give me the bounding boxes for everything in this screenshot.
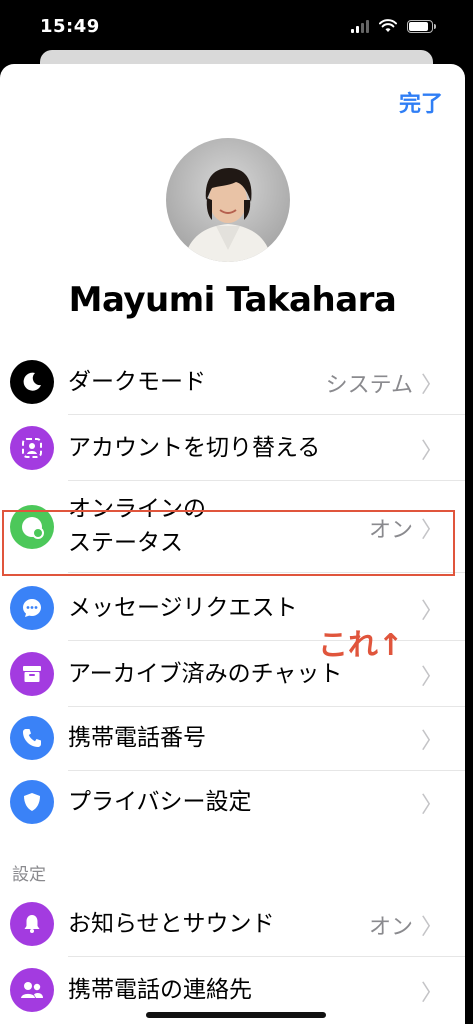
chevron-right-icon: 〉 xyxy=(420,599,443,624)
row-label: お知らせとサウンド xyxy=(68,911,275,937)
contacts-icon xyxy=(10,968,54,1012)
row-notifications[interactable]: お知らせとサウンド オン 〉 xyxy=(0,892,465,956)
switch-account-icon xyxy=(10,426,54,470)
phone-icon xyxy=(10,716,54,760)
row-label: 携帯電話の連絡先 xyxy=(68,977,252,1003)
row-dark-mode[interactable]: ダークモード システム 〉 xyxy=(0,350,465,414)
row-label: ダークモード xyxy=(68,369,206,395)
divider xyxy=(68,414,465,415)
divider xyxy=(68,640,465,641)
done-button[interactable]: 完了 xyxy=(399,86,443,118)
row-label: プライバシー設定 xyxy=(68,789,252,815)
moon-icon xyxy=(10,360,54,404)
divider xyxy=(68,480,465,481)
section-header-settings: 設定 xyxy=(12,865,46,885)
row-privacy[interactable]: プライバシー設定 〉 xyxy=(0,770,465,834)
cellular-signal-icon xyxy=(351,19,369,33)
chevron-right-icon: 〉 xyxy=(420,729,443,754)
chevron-right-icon: 〉 xyxy=(420,793,443,818)
chevron-right-icon: 〉 xyxy=(420,915,443,940)
chevron-right-icon: 〉 xyxy=(420,981,443,1006)
avatar[interactable] xyxy=(166,138,290,262)
row-label: 携帯電話番号 xyxy=(68,725,206,751)
row-value: オン xyxy=(368,915,413,940)
annotation-text: これ↑ xyxy=(318,628,404,663)
row-label: アーカイブ済みのチャット xyxy=(68,661,343,687)
row-label: メッセージリクエスト xyxy=(68,595,298,621)
divider xyxy=(68,956,465,957)
profile-name: Mayumi Takahara xyxy=(68,280,397,320)
status-icons xyxy=(351,19,436,33)
battery-icon xyxy=(407,19,436,33)
archive-icon xyxy=(10,652,54,696)
chevron-right-icon: 〉 xyxy=(420,373,443,398)
status-bar: 15:49 xyxy=(0,0,473,56)
wifi-icon xyxy=(379,19,397,32)
bell-icon xyxy=(10,902,54,946)
home-indicator xyxy=(146,1012,326,1018)
shield-icon xyxy=(10,780,54,824)
profile-photo xyxy=(166,138,290,262)
highlight-box xyxy=(2,510,455,576)
battery-level xyxy=(409,21,428,31)
row-value: システム xyxy=(325,373,413,398)
chevron-right-icon: 〉 xyxy=(420,439,443,464)
chevron-right-icon: 〉 xyxy=(420,665,443,690)
chat-bubble-icon xyxy=(10,586,54,630)
status-time: 15:49 xyxy=(40,16,100,37)
row-phone-number[interactable]: 携帯電話番号 〉 xyxy=(0,706,465,770)
row-switch-account[interactable]: アカウントを切り替える 〉 xyxy=(0,416,465,480)
row-label: アカウントを切り替える xyxy=(68,435,321,461)
